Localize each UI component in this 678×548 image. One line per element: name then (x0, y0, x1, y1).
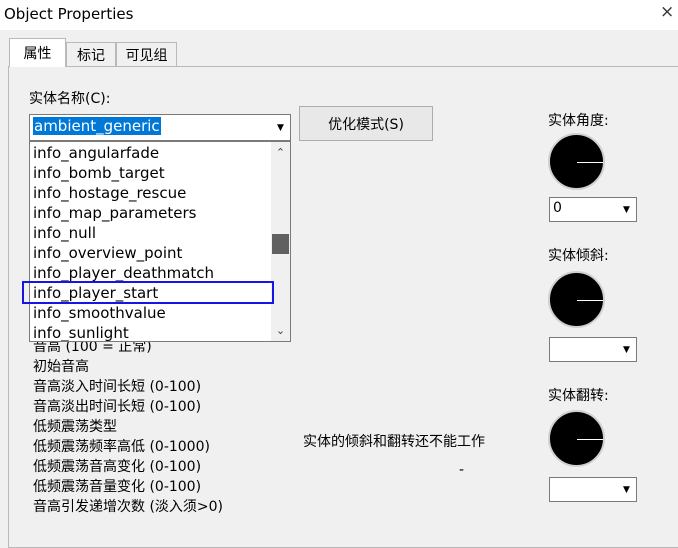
angle-dial[interactable] (548, 133, 605, 190)
list-item[interactable]: info_sunlight (33, 323, 129, 341)
optimize-mode-label: 优化模式(S) (328, 116, 404, 133)
chevron-down-icon[interactable]: ▼ (617, 478, 636, 501)
pitch-dial[interactable] (548, 271, 605, 328)
list-item[interactable]: info_hostage_rescue (33, 183, 186, 203)
chevron-down-icon[interactable]: ⌄ (271, 322, 290, 339)
list-item[interactable]: info_smoothvalue (33, 303, 166, 323)
list-item[interactable]: info_angularfade (33, 143, 159, 163)
angle-value: 0 (553, 200, 562, 216)
list-item[interactable]: info_bomb_target (33, 163, 165, 183)
close-icon[interactable]: × (660, 2, 674, 22)
roll-combobox[interactable]: ▼ (549, 477, 637, 502)
selection-highlight-box (22, 281, 274, 304)
dial-needle (576, 299, 603, 301)
dial-needle (576, 438, 603, 440)
window-title: Object Properties (4, 5, 134, 23)
pitch-label: 实体倾斜: (548, 248, 609, 264)
list-item[interactable]: 低频震荡频率高低 (0-1000) (33, 436, 210, 456)
pitch-roll-notice: 实体的倾斜和翻转还不能工作 (303, 434, 485, 450)
entity-name-label: 实体名称(C): (29, 91, 111, 107)
tab-properties[interactable]: 属性 (9, 38, 66, 67)
tab-visgroups[interactable]: 可见组 (116, 42, 177, 66)
angle-combobox[interactable]: 0 ▼ (549, 197, 637, 222)
optimize-mode-button[interactable]: 优化模式(S) (299, 106, 433, 141)
list-item[interactable]: 低频震荡类型 (33, 416, 117, 436)
chevron-down-icon[interactable]: ▼ (271, 115, 290, 140)
scrollbar-thumb[interactable] (272, 234, 289, 254)
tab-flags[interactable]: 标记 (66, 42, 116, 66)
dropdown-scrollbar[interactable]: ⌃ ⌄ (271, 142, 290, 341)
property-list[interactable]: 音高 (100 = 正常) 初始音高 音高淡入时间长短 (0-100) 音高淡出… (29, 336, 291, 546)
list-item[interactable]: 音高淡入时间长短 (0-100) (33, 376, 201, 396)
list-item[interactable]: info_null (33, 223, 96, 243)
entity-class-dropdown[interactable]: info_angularfade info_bomb_target info_h… (29, 141, 291, 342)
chevron-up-icon[interactable]: ⌃ (271, 144, 290, 161)
roll-label: 实体翻转: (548, 388, 609, 404)
pitch-combobox[interactable]: ▼ (549, 337, 637, 362)
entity-class-value: ambient_generic (33, 117, 161, 135)
list-item[interactable]: 低频震荡音高变化 (0-100) (33, 456, 201, 476)
list-item[interactable]: 初始音高 (33, 356, 89, 376)
list-item[interactable]: info_player_deathmatch (33, 263, 214, 283)
list-item[interactable]: 音高引发递增次数 (淡入须>0) (33, 496, 223, 516)
chevron-down-icon[interactable]: ▼ (617, 338, 636, 361)
list-item[interactable]: 低频震荡音量变化 (0-100) (33, 476, 201, 496)
angle-label: 实体角度: (548, 113, 609, 129)
list-item[interactable]: info_map_parameters (33, 203, 196, 223)
chevron-down-icon[interactable]: ▼ (617, 198, 636, 221)
list-item[interactable]: 音高淡出时间长短 (0-100) (33, 396, 201, 416)
notice-dash: - (459, 462, 465, 478)
list-item[interactable]: info_overview_point (33, 243, 182, 263)
dial-needle (576, 161, 603, 163)
roll-dial[interactable] (548, 410, 605, 467)
entity-class-combobox[interactable]: ambient_generic ▼ (29, 114, 291, 141)
